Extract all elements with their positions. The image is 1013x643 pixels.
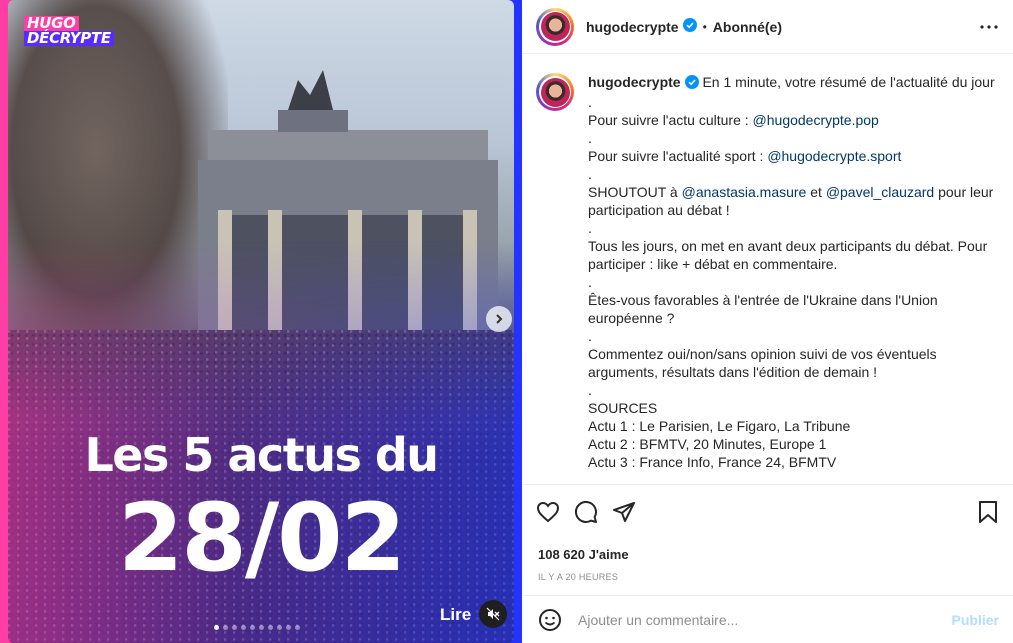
like-button[interactable] xyxy=(536,500,560,524)
caption-text-span: Tous les jours, on met en avant deux par… xyxy=(588,238,988,272)
separator: • xyxy=(702,19,707,34)
caption-line: Pour suivre l'actualité sport : @hugodec… xyxy=(588,147,996,165)
comment-button[interactable] xyxy=(574,500,598,524)
hugodecrypte-logo: HUGO DÉCRYPTE xyxy=(24,16,114,46)
follow-status-button[interactable]: Abonné(e) xyxy=(713,19,782,35)
caption-line: SHOUTOUT à @anastasia.masure et @pavel_c… xyxy=(588,183,996,219)
post-time[interactable]: IL Y A 20 HEURES xyxy=(536,572,999,582)
caption-text-span: Êtes-vous favorables à l'entrée de l'Ukr… xyxy=(588,292,938,326)
carousel-dot xyxy=(295,625,300,630)
like-count[interactable]: 108 620 J'aime xyxy=(536,547,999,562)
caption-text-span: et xyxy=(806,184,826,200)
caption-line: . xyxy=(588,94,592,110)
caption-line: hugodecrypte En 1 minute, votre résumé d… xyxy=(588,73,996,93)
caption-username[interactable]: hugodecrypte xyxy=(588,74,681,90)
caption-text-span: En 1 minute, votre résumé de l'actualité… xyxy=(698,74,995,90)
caption-text-span: Pour suivre l'actu culture : xyxy=(588,112,753,128)
heart-icon xyxy=(536,501,560,523)
caption-line: Êtes-vous favorables à l'entrée de l'Ukr… xyxy=(588,291,996,327)
publish-button[interactable]: Publier xyxy=(952,612,999,628)
caption-line: SOURCES xyxy=(588,399,996,417)
avatar[interactable] xyxy=(536,7,574,46)
carousel-dot xyxy=(259,625,264,630)
next-slide-button[interactable] xyxy=(486,306,512,332)
bookmark-icon xyxy=(979,501,997,523)
caption-line: . xyxy=(588,130,592,146)
post-sidebar: hugodecrypte • Abonné(e) hugodecrypte En… xyxy=(522,0,1013,643)
caption-avatar[interactable] xyxy=(536,73,574,111)
comment-bar: Ajouter un commentaire... Publier xyxy=(522,595,1013,643)
mention-link[interactable]: @hugodecrypte.pop xyxy=(753,112,879,128)
post-header: hugodecrypte • Abonné(e) xyxy=(522,0,1013,54)
verified-badge-icon xyxy=(682,18,697,35)
mention-link[interactable]: @pavel_clauzard xyxy=(826,184,934,200)
carousel-dot xyxy=(268,625,273,630)
carousel-dot xyxy=(214,625,219,630)
comment-icon xyxy=(574,500,597,523)
caption-line: . xyxy=(588,274,592,290)
logo-line2: DÉCRYPTE xyxy=(24,31,114,46)
carousel-dot xyxy=(250,625,255,630)
caption-line: . xyxy=(588,220,592,236)
chevron-right-icon xyxy=(496,314,503,324)
caption-line: Actu 3 : France Info, France 24, BFMTV xyxy=(588,453,996,471)
mute-button[interactable] xyxy=(479,600,507,628)
comment-input[interactable]: Ajouter un commentaire... xyxy=(578,612,738,628)
post-actions: 108 620 J'aime IL Y A 20 HEURES xyxy=(522,484,1013,582)
caption-text-span: Actu 3 : France Info, France 24, BFMTV xyxy=(588,454,837,470)
mention-link[interactable]: @hugodecrypte.sport xyxy=(767,148,901,164)
caption-area: hugodecrypte En 1 minute, votre résumé d… xyxy=(522,55,1013,483)
caption-line: Commentez oui/non/sans opinion suivi de … xyxy=(588,345,996,381)
verified-badge-icon xyxy=(684,75,699,93)
caption-text-span: SHOUTOUT à xyxy=(588,184,682,200)
mention-link[interactable]: @anastasia.masure xyxy=(682,184,807,200)
caption-line: . xyxy=(588,328,592,344)
post-media[interactable]: HUGO DÉCRYPTE Les 5 actus du 28/02 Lire xyxy=(0,0,522,643)
instagram-post-modal: HUGO DÉCRYPTE Les 5 actus du 28/02 Lire … xyxy=(0,0,1013,643)
caption-text-span: Pour suivre l'actualité sport : xyxy=(588,148,768,164)
caption-line: Pour suivre l'actu culture : @hugodecryp… xyxy=(588,111,996,129)
carousel-dots xyxy=(214,625,300,630)
share-icon xyxy=(613,502,635,522)
caption-line: Tous les jours, on met en avant deux par… xyxy=(588,237,996,273)
headline-line2: 28/02 xyxy=(118,484,406,593)
caption-line: . xyxy=(588,166,592,182)
headline-line1: Les 5 actus du xyxy=(84,428,439,482)
more-icon xyxy=(980,24,998,29)
caption-line: Actu 2 : BFMTV, 20 Minutes, Europe 1 xyxy=(588,435,996,453)
carousel-dot xyxy=(286,625,291,630)
share-button[interactable] xyxy=(612,500,636,524)
save-button[interactable] xyxy=(977,500,999,524)
carousel-dot xyxy=(232,625,237,630)
caption-text-span: SOURCES xyxy=(588,400,658,416)
carousel-dot xyxy=(277,625,282,630)
header-username[interactable]: hugodecrypte xyxy=(586,19,679,35)
more-options-button[interactable] xyxy=(977,15,1001,39)
mute-icon xyxy=(486,607,500,621)
caption-text: hugodecrypte En 1 minute, votre résumé d… xyxy=(588,73,996,471)
emoji-icon xyxy=(539,608,561,631)
caption-text-span: Commentez oui/non/sans opinion suivi de … xyxy=(588,346,937,380)
emoji-button[interactable] xyxy=(538,608,562,632)
carousel-dot xyxy=(241,625,246,630)
carousel-dot xyxy=(223,625,228,630)
caption-text-span: Actu 2 : BFMTV, 20 Minutes, Europe 1 xyxy=(588,436,827,452)
caption-line: . xyxy=(588,382,592,398)
caption-text-span: Actu 1 : Le Parisien, Le Figaro, La Trib… xyxy=(588,418,851,434)
read-label[interactable]: Lire xyxy=(440,605,471,625)
caption-line: Actu 1 : Le Parisien, Le Figaro, La Trib… xyxy=(588,417,996,435)
